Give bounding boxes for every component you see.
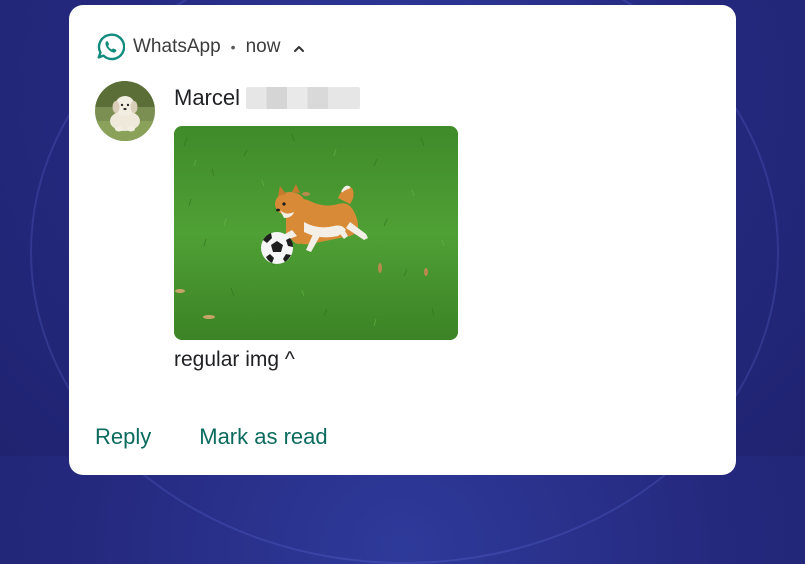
separator-dot: • bbox=[230, 39, 236, 55]
message-text: regular img ^ bbox=[174, 348, 295, 371]
sender-name: Marcel bbox=[174, 85, 361, 111]
redacted-surname bbox=[246, 87, 361, 109]
chevron-up-icon[interactable] bbox=[292, 40, 306, 54]
message-image-graphic bbox=[174, 126, 458, 340]
message-image[interactable] bbox=[174, 126, 458, 340]
notification-card[interactable]: WhatsApp • now Marcel regular img ^ Repl… bbox=[69, 5, 736, 475]
timestamp: now bbox=[245, 36, 281, 57]
sender-name-text: Marcel bbox=[174, 85, 241, 110]
reply-button[interactable]: Reply bbox=[95, 424, 151, 450]
avatar bbox=[95, 81, 155, 141]
whatsapp-icon bbox=[95, 32, 125, 62]
notification-header: WhatsApp • now bbox=[95, 33, 306, 61]
notification-actions: Reply Mark as read bbox=[95, 424, 328, 450]
mark-as-read-button[interactable]: Mark as read bbox=[199, 424, 327, 450]
app-name: WhatsApp bbox=[133, 36, 221, 57]
